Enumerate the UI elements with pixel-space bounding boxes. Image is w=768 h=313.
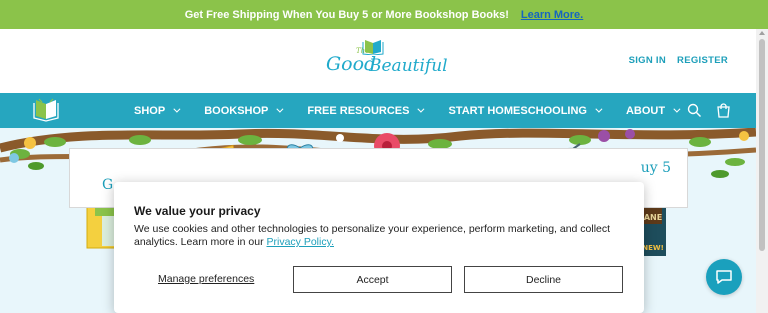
learn-more-link[interactable]: Learn More. [521,9,583,21]
nav-item-start-homeschooling[interactable]: START HOMESCHOOLING [448,104,603,117]
privacy-policy-link[interactable]: Privacy Policy. [267,236,335,248]
chevron-down-icon [417,105,425,113]
promo-text: Get Free Shipping When You Buy 5 or More… [184,8,509,21]
nav-item-bookshop[interactable]: BOOKSHOP [204,104,284,117]
chevron-down-icon [673,105,681,113]
site-header: The Good Beautiful SIGN IN REGISTER [0,29,756,93]
nav-item-label: BOOKSHOP [204,104,269,117]
book-logo-icon[interactable] [31,98,61,122]
nav-item-about[interactable]: ABOUT [625,104,681,117]
promo-bar: Get Free Shipping When You Buy 5 or More… [0,0,768,29]
card-right-text: uy 5 [640,160,671,176]
nav-item-label: SHOP [134,104,166,117]
nav-item-shop[interactable]: SHOP [134,104,181,117]
sign-in-link[interactable]: SIGN IN [629,55,666,66]
nav-item-free-resources[interactable]: FREE RESOURCES [307,104,425,117]
privacy-dialog: We value your privacy We use cookies and… [114,182,644,313]
manage-preferences-link[interactable]: Manage preferences [158,273,254,285]
privacy-body-text: We use cookies and other technologies to… [134,223,611,248]
card-left-text: G [102,177,114,193]
chevron-down-icon [595,105,603,113]
logo-beautiful: Beautiful [369,56,448,76]
site-logo[interactable]: The Good Beautiful [326,39,448,85]
privacy-title: We value your privacy [134,204,261,218]
page-scrollbar[interactable] [756,29,768,313]
main-nav: SHOP BOOKSHOP FREE RESOURCES START HOMES… [0,93,756,128]
register-link[interactable]: REGISTER [677,55,728,66]
cart-icon[interactable] [716,103,731,118]
scrollbar-thumb[interactable] [759,39,765,251]
chat-icon [716,270,732,284]
nav-item-label: ABOUT [625,104,666,117]
decline-button[interactable]: Decline [464,266,623,293]
nav-item-label: FREE RESOURCES [307,104,410,117]
book-title-fragment: ANE [644,213,662,222]
scroll-up-arrow-icon[interactable] [759,31,765,35]
search-icon[interactable] [687,103,702,118]
new-badge: NEW! [642,244,664,252]
privacy-body: We use cookies and other technologies to… [134,223,634,249]
chat-button[interactable] [706,259,742,295]
nav-menu: SHOP BOOKSHOP FREE RESOURCES START HOMES… [134,93,704,128]
chevron-down-icon [173,105,181,113]
chevron-down-icon [276,105,284,113]
nav-item-label: START HOMESCHOOLING [448,104,587,117]
account-links: SIGN IN REGISTER [629,55,728,66]
accept-button[interactable]: Accept [293,266,452,293]
